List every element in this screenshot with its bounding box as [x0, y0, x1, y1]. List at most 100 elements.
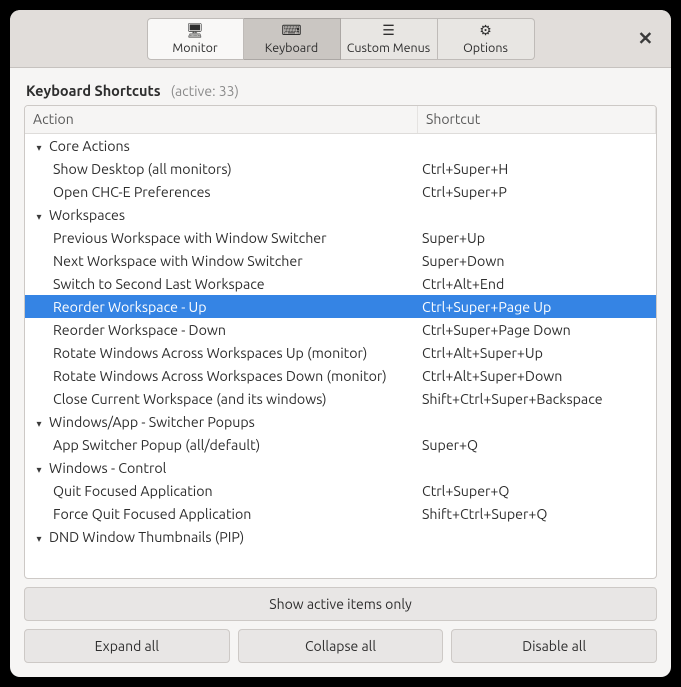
- header-shortcut[interactable]: Shortcut: [418, 106, 656, 133]
- row-label: Previous Workspace with Window Switcher: [53, 230, 327, 246]
- button-area: Show active items only Expand all Collap…: [24, 587, 657, 663]
- cell-action: Rotate Windows Across Workspaces Down (m…: [25, 368, 418, 384]
- cell-action: Switch to Second Last Workspace: [25, 276, 418, 292]
- row-label: Open CHC-E Preferences: [53, 184, 211, 200]
- tab-label: Custom Menus: [347, 41, 430, 55]
- cell-shortcut: Ctrl+Super+Page Up: [418, 299, 656, 315]
- monitor-icon: 🖥: [186, 23, 204, 39]
- tree-item-row[interactable]: Reorder Workspace - Up Ctrl+Super+Page Up: [25, 295, 656, 318]
- cell-shortcut: Shift+Ctrl+Super+Q: [418, 506, 656, 522]
- tree-item-row[interactable]: App Switcher Popup (all/default) Super+Q: [25, 433, 656, 456]
- tree-group-row[interactable]: ▾ DND Window Thumbnails (PIP): [25, 525, 656, 548]
- show-active-button[interactable]: Show active items only: [24, 587, 657, 621]
- disable-all-button[interactable]: Disable all: [451, 629, 657, 663]
- cell-action: ▾ Windows/App - Switcher Popups: [25, 414, 418, 430]
- cell-action: Reorder Workspace - Down: [25, 322, 418, 338]
- tab-group: 🖥 Monitor ⌨ Keyboard ☰ Custom Menus ⚙ Op…: [147, 18, 535, 60]
- cell-shortcut: Super+Down: [418, 253, 656, 269]
- tree-item-row[interactable]: Open CHC-E Preferences Ctrl+Super+P: [25, 180, 656, 203]
- row-label: Rotate Windows Across Workspaces Up (mon…: [53, 345, 367, 361]
- tab-keyboard[interactable]: ⌨ Keyboard: [244, 18, 341, 60]
- row-label: Windows/App - Switcher Popups: [49, 414, 255, 430]
- column-headers: Action Shortcut: [25, 106, 656, 134]
- tab-options[interactable]: ⚙ Options: [438, 18, 535, 60]
- cell-action: ▾ DND Window Thumbnails (PIP): [25, 529, 418, 545]
- tree-item-row[interactable]: Next Workspace with Window Switcher Super…: [25, 249, 656, 272]
- header-action[interactable]: Action: [25, 106, 418, 133]
- tree-item-row[interactable]: Force Quit Focused Application Shift+Ctrl…: [25, 502, 656, 525]
- shortcut-tree: Action Shortcut ▾ Core Actions Show Deskto…: [24, 105, 657, 579]
- tree-group-row[interactable]: ▾ Windows/App - Switcher Popups: [25, 410, 656, 433]
- tab-monitor[interactable]: 🖥 Monitor: [147, 18, 244, 60]
- row-label: DND Window Thumbnails (PIP): [49, 529, 244, 545]
- tree-item-row[interactable]: Rotate Windows Across Workspaces Down (m…: [25, 364, 656, 387]
- keyboard-icon: ⌨: [281, 23, 301, 39]
- cell-shortcut: Super+Q: [418, 437, 656, 453]
- tab-custom-menus[interactable]: ☰ Custom Menus: [341, 18, 438, 60]
- row-label: Windows - Control: [49, 460, 166, 476]
- row-label: Next Workspace with Window Switcher: [53, 253, 303, 269]
- collapse-all-button[interactable]: Collapse all: [238, 629, 444, 663]
- menu-icon: ☰: [382, 23, 395, 39]
- tree-group-row[interactable]: ▾ Workspaces: [25, 203, 656, 226]
- tree-item-row[interactable]: Quit Focused Application Ctrl+Super+Q: [25, 479, 656, 502]
- row-label: Workspaces: [49, 207, 125, 223]
- expand-all-button[interactable]: Expand all: [24, 629, 230, 663]
- tree-item-row[interactable]: Show Desktop (all monitors)Ctrl+Super+H: [25, 157, 656, 180]
- chevron-down-icon[interactable]: ▾: [33, 533, 45, 545]
- cell-action: Close Current Workspace (and its windows…: [25, 391, 418, 407]
- cell-action: ▾ Windows - Control: [25, 460, 418, 476]
- cell-shortcut: Ctrl+Super+Q: [418, 483, 656, 499]
- cell-action: Rotate Windows Across Workspaces Up (mon…: [25, 345, 418, 361]
- chevron-down-icon[interactable]: ▾: [33, 211, 45, 223]
- tree-item-row[interactable]: Switch to Second Last Workspace Ctrl+Alt+…: [25, 272, 656, 295]
- cell-shortcut: Shift+Ctrl+Super+Backspace: [418, 391, 656, 407]
- tree-item-row[interactable]: Close Current Workspace (and its windows…: [25, 387, 656, 410]
- titlebar: 🖥 Monitor ⌨ Keyboard ☰ Custom Menus ⚙ Op…: [10, 10, 671, 68]
- cell-shortcut: Super+Up: [418, 230, 656, 246]
- preferences-window: 🖥 Monitor ⌨ Keyboard ☰ Custom Menus ⚙ Op…: [10, 10, 671, 677]
- chevron-down-icon[interactable]: ▾: [33, 464, 45, 476]
- cell-action: App Switcher Popup (all/default): [25, 437, 418, 453]
- cell-action: Previous Workspace with Window Switcher: [25, 230, 418, 246]
- tree-item-row[interactable]: Reorder Workspace - Down Ctrl+Super+Page …: [25, 318, 656, 341]
- row-label: Reorder Workspace - Up: [53, 299, 207, 315]
- close-icon: ✕: [638, 28, 653, 48]
- cell-action: Show Desktop (all monitors): [25, 161, 418, 177]
- tree-item-row[interactable]: Previous Workspace with Window Switcher S…: [25, 226, 656, 249]
- tree-body[interactable]: ▾ Core Actions Show Desktop (all monitors)…: [25, 134, 656, 578]
- cell-shortcut: Ctrl+Alt+Super+Up: [418, 345, 656, 361]
- cell-action: Force Quit Focused Application: [25, 506, 418, 522]
- row-label: Reorder Workspace - Down: [53, 322, 226, 338]
- tab-label: Keyboard: [265, 41, 318, 55]
- cell-action: Reorder Workspace - Up: [25, 299, 418, 315]
- cell-action: Next Workspace with Window Switcher: [25, 253, 418, 269]
- cell-shortcut: Ctrl+Alt+End: [418, 276, 656, 292]
- cell-shortcut: Ctrl+Super+P: [418, 184, 656, 200]
- row-label: Close Current Workspace (and its windows…: [53, 391, 327, 407]
- close-button[interactable]: ✕: [638, 28, 653, 49]
- row-label: Force Quit Focused Application: [53, 506, 251, 522]
- button-row: Expand all Collapse all Disable all: [24, 629, 657, 663]
- tree-group-row[interactable]: ▾ Core Actions: [25, 134, 656, 157]
- section-header: Keyboard Shortcuts (active: 33): [24, 82, 657, 99]
- tree-group-row[interactable]: ▾ Windows - Control: [25, 456, 656, 479]
- row-label: Core Actions: [49, 138, 130, 154]
- tab-label: Options: [463, 41, 508, 55]
- row-label: App Switcher Popup (all/default): [53, 437, 260, 453]
- cell-action: Open CHC-E Preferences: [25, 184, 418, 200]
- row-label: Show Desktop (all monitors): [53, 161, 232, 177]
- tab-label: Monitor: [172, 41, 217, 55]
- cell-shortcut: Ctrl+Alt+Super+Down: [418, 368, 656, 384]
- cell-shortcut: Ctrl+Super+Page Down: [418, 322, 656, 338]
- row-label: Switch to Second Last Workspace: [53, 276, 265, 292]
- row-label: Rotate Windows Across Workspaces Down (m…: [53, 368, 387, 384]
- chevron-down-icon[interactable]: ▾: [33, 142, 45, 154]
- row-label: Quit Focused Application: [53, 483, 213, 499]
- tree-item-row[interactable]: Rotate Windows Across Workspaces Up (mon…: [25, 341, 656, 364]
- cell-action: ▾ Workspaces: [25, 207, 418, 223]
- cell-action: ▾ Core Actions: [25, 138, 418, 154]
- active-count: (active: 33): [171, 83, 239, 99]
- chevron-down-icon[interactable]: ▾: [33, 418, 45, 430]
- gear-icon: ⚙: [479, 23, 492, 39]
